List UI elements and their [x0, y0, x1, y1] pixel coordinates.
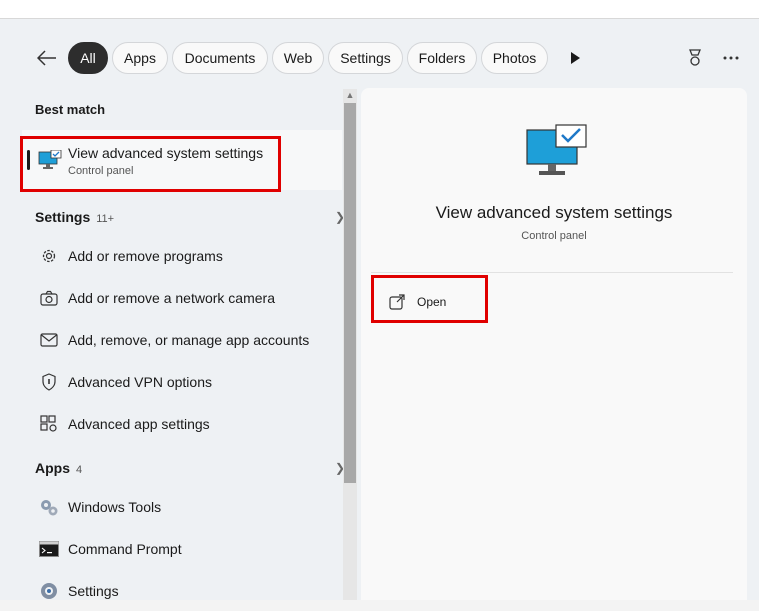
back-button[interactable]: [34, 46, 60, 70]
best-match-subtitle: Control panel: [68, 165, 134, 177]
settings-item-advanced-app-settings[interactable]: Advanced app settings: [22, 404, 342, 444]
apps-section-heading[interactable]: Apps 4: [35, 460, 82, 476]
settings-item-label: Advanced app settings: [68, 416, 210, 432]
more-options-icon[interactable]: [721, 48, 741, 68]
windows-tools-icon: [39, 497, 59, 517]
best-match-title: View advanced system settings: [68, 145, 264, 161]
camera-icon: [39, 288, 59, 308]
back-arrow-icon: [37, 50, 56, 66]
window-top-strip: [0, 0, 759, 19]
filter-tab-all[interactable]: All: [68, 42, 108, 74]
mail-icon: [39, 330, 59, 350]
open-external-icon: [389, 294, 405, 310]
settings-item-vpn-options[interactable]: Advanced VPN options: [22, 362, 342, 402]
detail-panel: View advanced system settings Control pa…: [361, 88, 747, 600]
settings-section-count: 11+: [96, 213, 115, 225]
filter-tab-apps[interactable]: Apps: [112, 42, 168, 74]
open-button-label: Open: [417, 295, 447, 309]
more-filters-play-icon[interactable]: [566, 50, 584, 66]
results-scrollbar[interactable]: ▲: [343, 89, 357, 600]
best-match-heading: Best match: [35, 102, 106, 117]
rewards-icon[interactable]: [685, 48, 705, 68]
scrollbar-thumb[interactable]: [344, 103, 356, 483]
app-item-settings[interactable]: Settings: [22, 571, 342, 611]
best-match-item[interactable]: View advanced system settings Control pa…: [22, 130, 342, 190]
command-prompt-icon: [39, 539, 59, 559]
app-item-label: Windows Tools: [68, 499, 162, 515]
settings-item-add-remove-programs[interactable]: Add or remove programs: [22, 236, 342, 276]
filter-tab-photos[interactable]: Photos: [481, 42, 548, 74]
app-item-label: Command Prompt: [68, 541, 182, 557]
filter-tab-documents[interactable]: Documents: [172, 42, 268, 74]
filter-tab-web[interactable]: Web: [272, 42, 324, 74]
apps-section-count: 4: [76, 464, 83, 476]
settings-item-app-accounts[interactable]: Add, remove, or manage app accounts: [22, 320, 342, 360]
settings-section-heading[interactable]: Settings 11+: [35, 209, 114, 225]
system-settings-icon: [38, 149, 62, 175]
open-button[interactable]: Open: [377, 286, 477, 318]
app-item-windows-tools[interactable]: Windows Tools: [22, 487, 342, 527]
system-settings-large-icon: [526, 124, 588, 183]
settings-app-icon: [39, 581, 59, 601]
settings-item-label: Add or remove programs: [68, 248, 223, 264]
selection-indicator: [27, 150, 30, 170]
scroll-up-icon[interactable]: ▲: [344, 89, 356, 101]
app-settings-icon: [39, 414, 59, 434]
settings-item-network-camera[interactable]: Add or remove a network camera: [22, 278, 342, 318]
filter-tab-folders[interactable]: Folders: [407, 42, 477, 74]
settings-item-label: Add or remove a network camera: [68, 290, 275, 306]
detail-divider: [371, 272, 733, 273]
detail-subtitle: Control panel: [521, 230, 587, 242]
shield-icon: [39, 372, 59, 392]
settings-item-label: Add, remove, or manage app accounts: [68, 332, 310, 348]
app-item-command-prompt[interactable]: Command Prompt: [22, 529, 342, 569]
app-item-label: Settings: [68, 583, 119, 599]
filter-tab-settings[interactable]: Settings: [328, 42, 403, 74]
settings-item-label: Advanced VPN options: [68, 374, 212, 390]
detail-title: View advanced system settings: [435, 203, 673, 222]
gear-icon: [39, 246, 59, 266]
